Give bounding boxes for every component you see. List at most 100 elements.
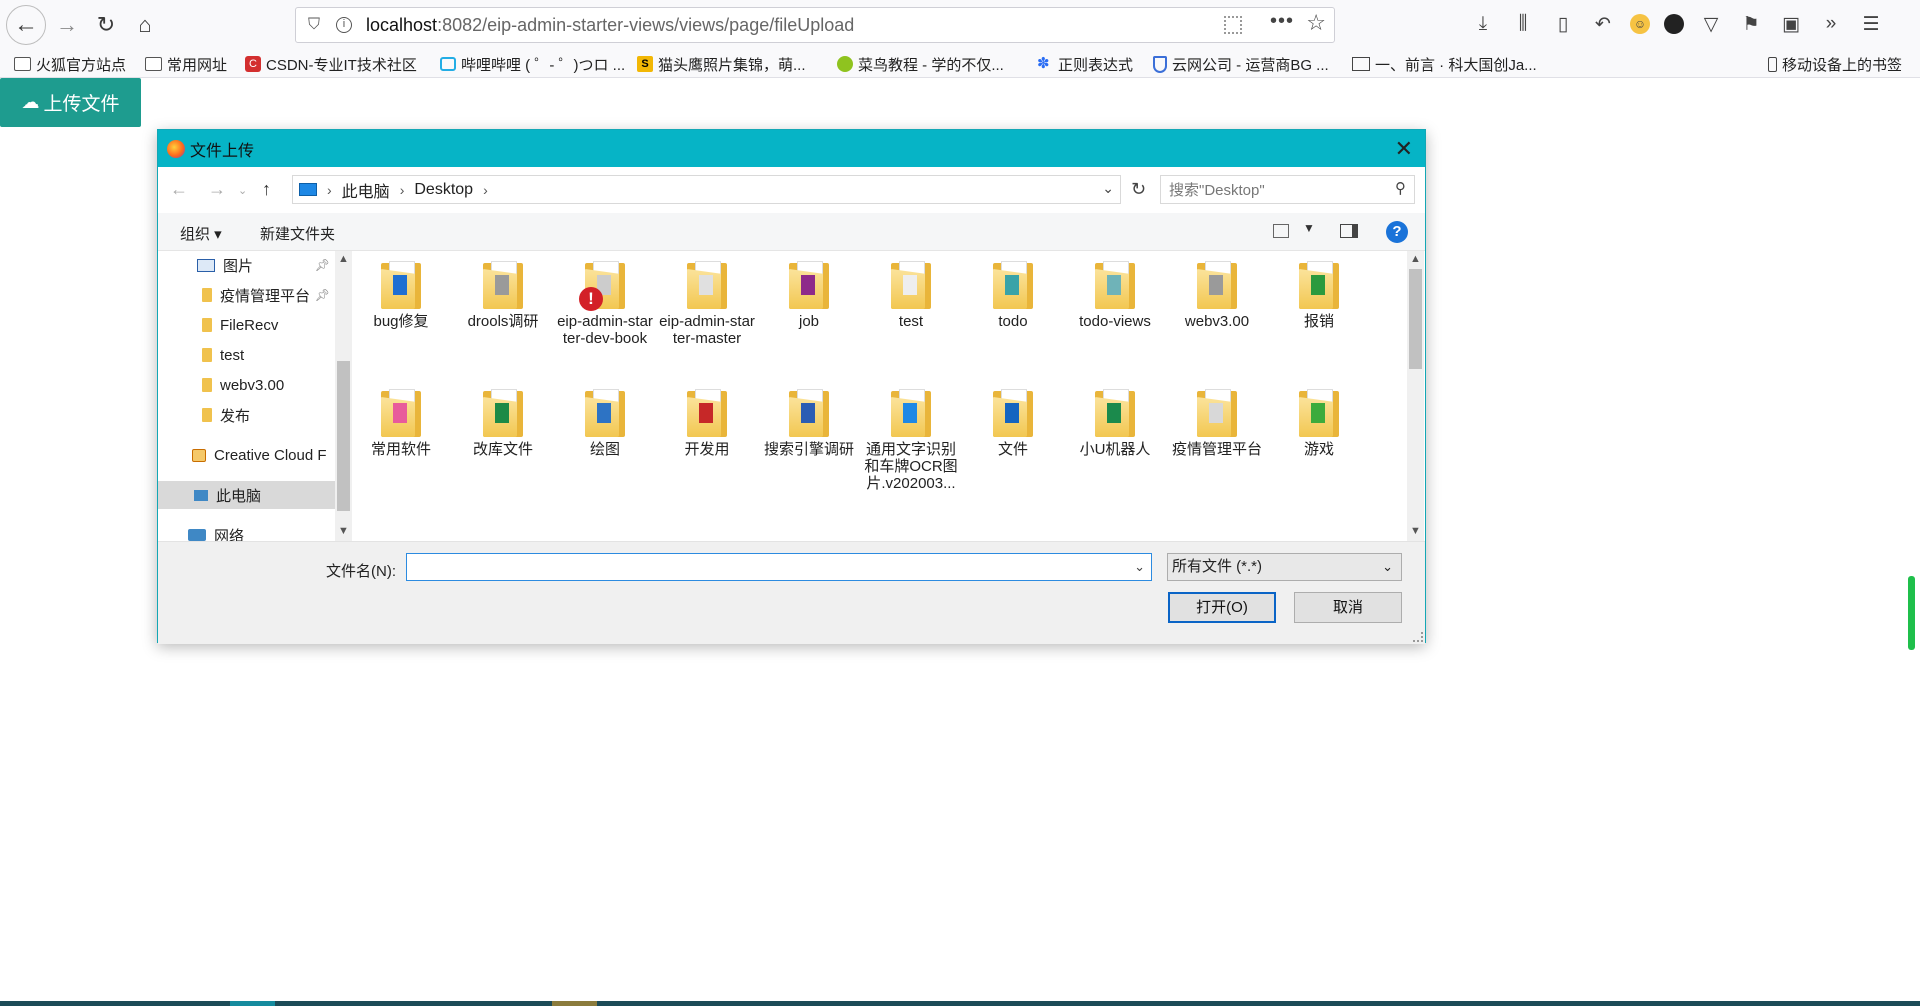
sidebar-icon[interactable]: ▯ [1550,10,1576,38]
filename-input[interactable]: ⌄ [406,553,1152,581]
preview-pane-icon[interactable] [1340,224,1358,238]
open-button[interactable]: 打开(O) [1168,592,1276,623]
dialog-back-icon[interactable]: ← [170,179,188,200]
new-folder-button[interactable]: 新建文件夹 [260,223,335,244]
view-options-chevron-icon[interactable]: ▼ [1303,221,1315,235]
scroll-up-icon[interactable]: ▲ [1410,253,1421,265]
file-item[interactable]: 游戏 [1271,389,1367,458]
scrollbar-thumb[interactable] [1409,269,1422,369]
reload-button[interactable]: ↻ [89,8,123,42]
menu-icon[interactable]: ☰ [1858,10,1884,38]
extension-icon[interactable]: ⚑ [1738,10,1764,38]
bookmark-item[interactable]: S 猫头鹰照片集锦，萌... [637,53,806,75]
file-list: bug修复 drools调研! eip-admin-starter-dev-book… [353,251,1401,541]
file-list-scrollbar[interactable]: ▲ ▼ [1407,251,1424,541]
file-item[interactable]: eip-admin-starter-master [659,261,755,347]
bookmark-item[interactable]: 一、前言 · 科大国创Ja... [1352,53,1537,75]
bookmark-item[interactable]: ✽ 正则表达式 [1037,53,1133,75]
site-info-icon[interactable]: i [336,17,353,33]
vue-devtools-icon[interactable]: ▽ [1698,10,1724,38]
breadcrumb-this-pc[interactable]: 此电脑 [342,178,390,202]
search-desktop-input[interactable]: 搜索"Desktop" ⚲ [1160,175,1415,204]
downloads-icon[interactable]: ⤓ [1470,10,1496,38]
file-item[interactable]: 搜索引擎调研 [761,389,857,458]
dialog-forward-icon[interactable]: → [208,179,226,200]
library-icon[interactable]: ⫼ [1510,10,1536,38]
scrollbar-thumb[interactable] [337,361,350,511]
chevron-down-icon[interactable]: ⌄ [1102,180,1114,197]
dialog-breadcrumb[interactable]: › 此电脑 › Desktop › ⌄ [292,175,1121,204]
home-button[interactable]: ⌂ [128,8,162,42]
nav-item-filerecv[interactable]: FileRecv [158,311,336,339]
file-item[interactable]: 通用文字识别和车牌OCR图片.v202003... [863,389,959,492]
dialog-titlebar[interactable]: 文件上传 ✕ [158,130,1425,167]
bookmark-item[interactable]: C CSDN-专业IT技术社区 [245,53,417,75]
pictures-icon [197,258,215,272]
file-item[interactable]: ! eip-admin-starter-dev-book [557,261,653,347]
scroll-down-icon[interactable]: ▼ [338,525,349,537]
file-item[interactable]: test [863,261,959,330]
file-item[interactable]: todo-views [1067,261,1163,330]
bookmark-item[interactable]: 菜鸟教程 - 学的不仅... [837,53,1004,75]
file-item[interactable]: job [761,261,857,330]
chevron-down-icon[interactable]: ⌄ [1134,559,1145,575]
bookmark-star-icon[interactable]: ☆ [1306,10,1326,36]
overflow-chevron-icon[interactable]: » [1818,10,1844,38]
file-item[interactable]: 小U机器人 [1067,389,1163,458]
file-item[interactable]: todo [965,261,1061,330]
view-mode-icon[interactable] [1273,224,1289,238]
back-button[interactable]: ← [6,5,46,45]
file-name: 开发用 [684,441,730,458]
up-folder-icon[interactable]: ↑ [262,179,271,200]
nav-item-epidemic-platform[interactable]: 疫情管理平台 📌︎ [158,281,336,309]
nav-item-creative-cloud[interactable]: Creative Cloud F [158,441,336,469]
bookmark-item[interactable]: 火狐官方站点 [14,53,126,75]
file-item[interactable]: 疫情管理平台 [1169,389,1265,458]
scroll-up-icon[interactable]: ▲ [338,253,349,265]
file-item[interactable]: 开发用 [659,389,755,458]
nav-item-webv3[interactable]: webv3.00 [158,371,336,399]
help-icon[interactable]: ? [1386,221,1408,243]
search-icon[interactable]: ⚲ [1395,179,1406,197]
file-item[interactable]: webv3.00 [1169,261,1265,330]
file-name: todo-views [1079,313,1151,330]
container-icon[interactable]: ▣ [1778,10,1804,38]
dark-reader-icon[interactable] [1664,14,1684,34]
emoji-extension-icon[interactable]: ☺ [1630,14,1650,34]
nav-item-test[interactable]: test [158,341,336,369]
upload-file-button[interactable]: ☁ 上传文件 [0,78,141,127]
bookmark-item[interactable]: 哔哩哔哩 ( ゜- ゜)つロ ... [440,53,625,75]
file-item[interactable]: 报销 [1271,261,1367,330]
cancel-button[interactable]: 取消 [1294,592,1402,623]
refresh-icon[interactable]: ↻ [1124,175,1153,204]
close-icon[interactable]: ✕ [1395,136,1413,162]
bookmark-item[interactable]: 常用网址 [145,53,227,75]
tracking-shield-icon[interactable]: ⛉ [308,16,320,34]
file-item[interactable]: bug修复 [353,261,449,330]
scroll-down-icon[interactable]: ▼ [1410,525,1421,537]
nav-item-pictures[interactable]: 图片 📌︎ [158,251,336,279]
bookmark-item[interactable]: 移动设备上的书签 [1768,53,1902,75]
address-bar[interactable]: ⛉ i localhost:8082/eip-admin-starter-vie… [295,7,1335,43]
file-type-select[interactable]: 所有文件 (*.*) ⌄ [1167,553,1402,581]
toolbar-right-icons: ⤓ ⫼ ▯ ↶ ☺ ▽ ⚑ ▣ » ☰ [1470,10,1884,38]
bookmark-item[interactable]: 云网公司 - 运营商BG ... [1153,53,1329,75]
organize-menu[interactable]: 组织 ▾ [180,223,222,244]
folder-icon [381,261,421,309]
forward-button[interactable]: → [50,8,84,42]
recent-locations-chevron-icon[interactable]: ⌄ [238,184,247,197]
undo-icon[interactable]: ↶ [1590,10,1616,38]
nav-pane-scrollbar[interactable]: ▲ ▼ [335,251,352,541]
file-item[interactable]: 绘图 [557,389,653,458]
breadcrumb-desktop[interactable]: Desktop [414,181,473,199]
file-item[interactable]: 常用软件 [353,389,449,458]
file-item[interactable]: drools调研 [455,261,551,330]
file-item[interactable]: 文件 [965,389,1061,458]
file-item[interactable]: 改库文件 [455,389,551,458]
nav-item-this-pc[interactable]: 此电脑 [158,481,336,509]
page-actions-icon[interactable]: ••• [1270,10,1294,33]
resize-grip-icon[interactable] [1413,632,1423,642]
qr-code-icon[interactable] [1224,16,1242,34]
nav-item-publish[interactable]: 发布 [158,401,336,429]
url-text[interactable]: localhost:8082/eip-admin-starter-views/v… [366,15,854,36]
